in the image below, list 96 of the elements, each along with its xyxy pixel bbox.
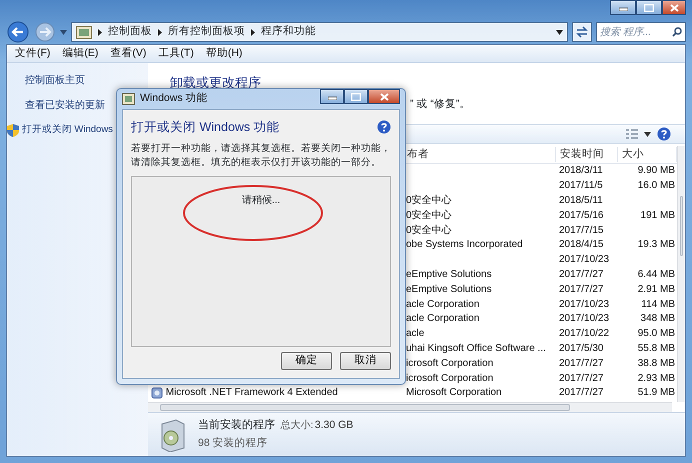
dialog-title: Windows 功能	[140, 91, 209, 106]
program-count: 98 安装的程序	[198, 436, 269, 452]
view-list-icon[interactable]	[626, 129, 638, 139]
chevron-icon	[158, 28, 162, 36]
install-date-cell-text: 2017/10/23	[558, 253, 610, 268]
publisher-cell-text: icrosoft Corporation	[405, 356, 494, 371]
vertical-scrollbar[interactable]	[677, 146, 685, 402]
program-icon	[151, 387, 163, 400]
size-cell-text: 6.44 MB	[636, 268, 676, 282]
install-date-cell-text: 2018/3/11	[558, 164, 604, 178]
publisher-cell-text: 0安全中心	[405, 208, 453, 223]
search-icon	[672, 27, 682, 37]
size-cell-text: 19.3 MB	[636, 238, 676, 252]
install-date-cell-text: 2018/4/15	[558, 238, 604, 252]
install-date-cell-text: 2017/10/23	[558, 298, 610, 312]
install-date-cell-text: 2017/5/30	[558, 342, 604, 356]
total-size-label: 总大小:	[280, 418, 314, 433]
install-date-cell-text: 2017/7/15	[558, 224, 604, 238]
refresh-icon[interactable]	[572, 22, 592, 42]
minimize-button[interactable]	[610, 0, 636, 15]
help-icon[interactable]	[657, 127, 671, 141]
close-icon	[670, 4, 678, 12]
menu-item[interactable]: 文件(F)	[15, 46, 50, 62]
help-icon[interactable]	[377, 120, 391, 134]
publisher-cell-text: acle Corporation	[405, 312, 480, 326]
sidebar-link[interactable]: 控制面板主页	[7, 73, 148, 88]
install-date-cell-text: 2017/7/27	[558, 356, 604, 371]
install-date-cell-text: 2017/10/22	[558, 327, 610, 342]
sidebar-link[interactable]: 打开或关闭 Windows	[22, 123, 113, 138]
install-date-cell-text: 2017/7/27	[558, 386, 604, 400]
dialog-button[interactable]: 取消	[340, 352, 391, 370]
publisher-cell-text: eEmptive Solutions	[405, 282, 493, 297]
install-date-cell-text: 2017/5/16	[558, 208, 604, 223]
folder-icon	[76, 25, 92, 39]
size-cell-text: 55.8 MB	[636, 342, 676, 356]
shield-icon	[7, 124, 19, 137]
install-date-cell-text: 2017/10/23	[558, 312, 610, 326]
horizontal-scrollbar[interactable]	[148, 402, 672, 412]
dialog-description: 若要打开一种功能，请选择其复选框。若要关闭一种功能，请清除其复选框。填充的框表示仅打开该功能的一部分。	[131, 142, 391, 170]
install-date-cell-text: 2017/7/27	[558, 268, 604, 282]
publisher-cell-text: uhai Kingsoft Office Software ...	[405, 342, 547, 356]
close-button[interactable]	[662, 0, 686, 15]
window-icon	[122, 93, 135, 105]
minimize-icon	[618, 4, 628, 10]
size-cell-text: 38.8 MB	[636, 356, 676, 371]
size-cell-text: 348 MB	[640, 312, 676, 326]
maximize-button[interactable]	[636, 0, 662, 15]
maximize-icon	[351, 92, 361, 100]
search-field[interactable]: 搜索 程序...	[596, 22, 686, 42]
maximize-icon	[644, 4, 654, 12]
back-button[interactable]	[6, 21, 30, 43]
breadcrumb-item[interactable]: 程序和功能	[261, 24, 316, 40]
minimize-button[interactable]	[320, 89, 344, 104]
size-cell-text: 9.90 MB	[636, 164, 676, 178]
close-button[interactable]	[368, 89, 400, 104]
loading-text: 请稍候...	[242, 194, 280, 207]
dialog-button[interactable]: 确定	[281, 352, 332, 370]
size-cell-text: 191 MB	[640, 208, 676, 223]
install-date-cell-text: 2017/7/27	[558, 282, 604, 297]
dropdown-icon[interactable]	[556, 30, 563, 34]
total-size-value: 3.30 GB	[314, 418, 354, 433]
breadcrumb-item[interactable]: 控制面板	[108, 24, 152, 40]
size-cell-text: 95.0 MB	[636, 327, 676, 342]
install-date-cell-text: 2018/5/11	[558, 194, 604, 208]
address-bar[interactable]: 控制面板 所有控制面板项 程序和功能	[71, 22, 568, 42]
size-cell-text: 16.0 MB	[636, 179, 676, 194]
menu-item[interactable]: 编辑(E)	[62, 46, 98, 62]
menu-item[interactable]: 帮助(H)	[206, 46, 242, 62]
instruction-text: ” 或 “修复”。	[410, 97, 470, 112]
menu-item[interactable]: 查看(V)	[110, 46, 146, 62]
dialog-heading: 打开或关闭 Windows 功能	[131, 119, 280, 136]
maximize-button[interactable]	[344, 89, 368, 104]
size-cell-text: 2.93 MB	[636, 372, 676, 386]
dropdown-icon[interactable]	[644, 132, 651, 136]
installed-programs-label: 当前安装的程序	[198, 418, 275, 433]
install-date-cell-text: 2017/7/27	[558, 372, 604, 386]
chevron-icon	[98, 28, 102, 36]
publisher-cell-text: obe Systems Incorporated	[405, 238, 524, 252]
publisher-cell-text: icrosoft Corporation	[405, 372, 494, 386]
publisher-cell-text: acle Corporation	[405, 298, 480, 312]
publisher-cell-text: 0安全中心	[405, 224, 453, 238]
publisher-cell-text: 0安全中心	[405, 194, 453, 208]
breadcrumb-item[interactable]: 所有控制面板项	[168, 24, 245, 40]
close-icon	[380, 92, 388, 100]
size-cell-text: 114 MB	[640, 298, 676, 312]
install-date-cell-text: 2017/11/5	[558, 179, 604, 194]
size-cell-text: 2.91 MB	[636, 282, 676, 297]
program-name: Microsoft .NET Framework 4 Extended	[166, 386, 338, 400]
publisher-cell-text: Microsoft Corporation	[405, 386, 503, 400]
menu-item[interactable]: 工具(T)	[158, 46, 194, 62]
size-cell-text: 51.9 MB	[636, 386, 676, 400]
minimize-icon	[328, 94, 336, 100]
publisher-cell-text: acle	[405, 327, 426, 342]
publisher-cell-text: eEmptive Solutions	[405, 268, 493, 282]
column-header[interactable]: 安装时间	[556, 146, 618, 162]
chevron-icon	[251, 28, 255, 36]
